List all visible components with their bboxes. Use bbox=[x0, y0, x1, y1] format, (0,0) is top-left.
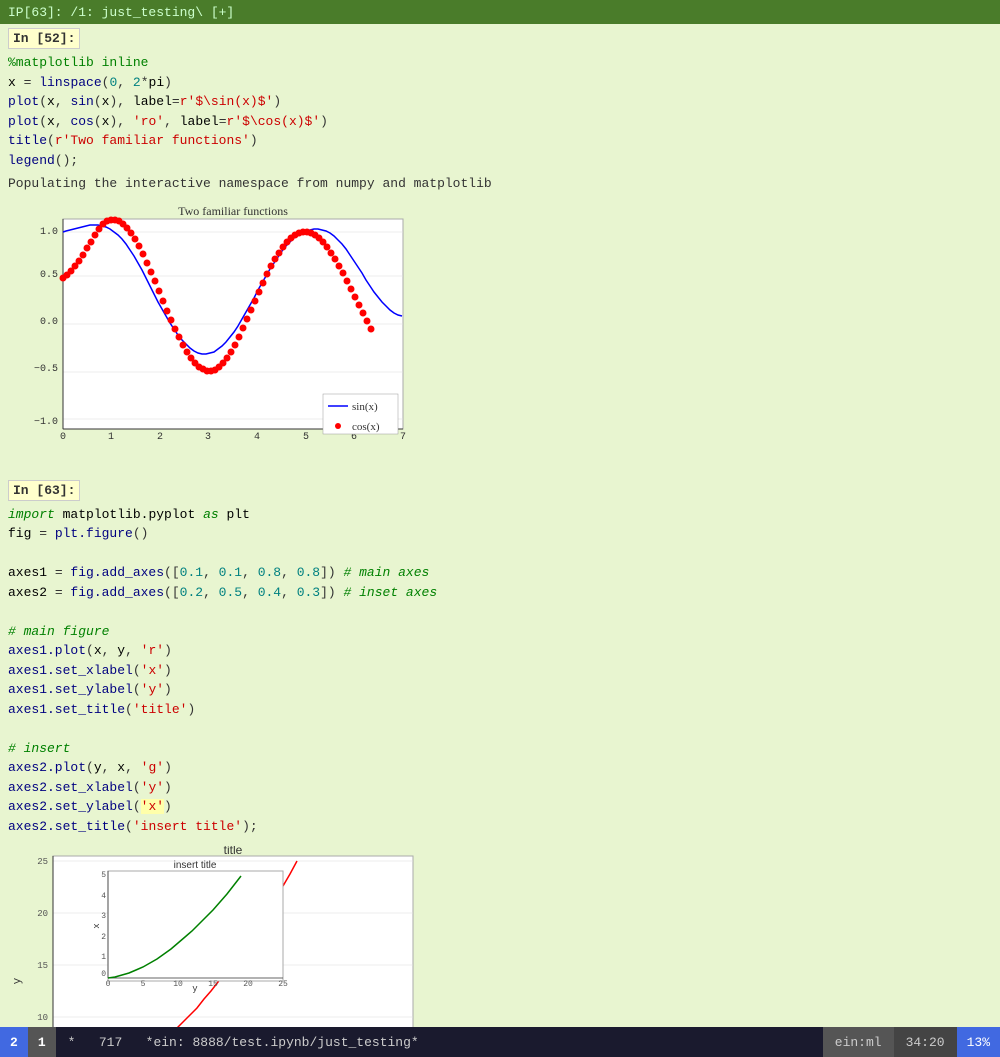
svg-text:0.5: 0.5 bbox=[40, 270, 58, 281]
code-line: legend(); bbox=[8, 151, 992, 171]
code-line bbox=[8, 719, 992, 739]
status-percent: 13% bbox=[957, 1027, 1000, 1057]
svg-text:20: 20 bbox=[243, 980, 253, 989]
svg-text:y: y bbox=[12, 977, 24, 984]
svg-text:3: 3 bbox=[205, 432, 211, 443]
status-num-gray: 1 bbox=[28, 1027, 56, 1057]
code-line bbox=[8, 544, 992, 564]
svg-text:4: 4 bbox=[254, 432, 260, 443]
notebook: In [52]: %matplotlib inline x = linspace… bbox=[0, 24, 1000, 1027]
cell-1: In [52]: %matplotlib inline x = linspace… bbox=[0, 24, 1000, 476]
code-line: plot(x, sin(x), label=r'$\sin(x)$') bbox=[8, 92, 992, 112]
svg-text:0: 0 bbox=[106, 980, 111, 989]
svg-text:5: 5 bbox=[101, 871, 106, 880]
code-line bbox=[8, 602, 992, 622]
code-line: fig = plt.figure() bbox=[8, 524, 992, 544]
code-line: axes2.set_title('insert title'); bbox=[8, 817, 992, 837]
code-block-2: import matplotlib.pyplot as plt fig = pl… bbox=[8, 503, 992, 839]
svg-text:2: 2 bbox=[101, 933, 106, 942]
code-line: axes1.plot(x, y, 'r') bbox=[8, 641, 992, 661]
svg-text:0.0: 0.0 bbox=[40, 317, 58, 328]
code-line: import matplotlib.pyplot as plt bbox=[8, 505, 992, 525]
status-left: 2 1 bbox=[0, 1027, 56, 1057]
code-line: %matplotlib inline bbox=[8, 53, 992, 73]
code-line: axes1.set_ylabel('y') bbox=[8, 680, 992, 700]
code-line: x = linspace(0, 2*pi) bbox=[8, 73, 992, 93]
svg-text:cos(x): cos(x) bbox=[352, 421, 380, 433]
plot-svg-1: Two familiar functions 1.0 0.5 0.0 −0.5 … bbox=[8, 204, 428, 464]
svg-text:1.0: 1.0 bbox=[40, 227, 58, 238]
svg-text:15: 15 bbox=[37, 961, 48, 971]
input-prompt-1[interactable]: In [52]: bbox=[8, 28, 80, 49]
cell-2: In [63]: import matplotlib.pyplot as plt… bbox=[0, 476, 1000, 1028]
svg-text:5: 5 bbox=[303, 432, 309, 443]
title-text: IP[63]: /1: just_testing\ [+] bbox=[8, 5, 234, 20]
plot-1: Two familiar functions 1.0 0.5 0.0 −0.5 … bbox=[8, 204, 992, 464]
svg-text:5: 5 bbox=[141, 980, 146, 989]
svg-text:7: 7 bbox=[400, 432, 406, 443]
title-bar: IP[63]: /1: just_testing\ [+] bbox=[0, 0, 1000, 24]
svg-text:15: 15 bbox=[208, 980, 218, 989]
plot-2: title y x 25 20 15 10 5 0 0 1 2 bbox=[8, 846, 992, 1027]
status-bar: 2 1 * 717 *ein: 8888/test.ipynb/just_tes… bbox=[0, 1027, 1000, 1057]
plot-svg-2: title y x 25 20 15 10 5 0 0 1 2 bbox=[8, 846, 428, 1027]
code-line: axes1 = fig.add_axes([0.1, 0.1, 0.8, 0.8… bbox=[8, 563, 992, 583]
svg-text:20: 20 bbox=[37, 909, 48, 919]
code-line: axes1.set_xlabel('x') bbox=[8, 661, 992, 681]
status-position: 34:20 bbox=[894, 1027, 957, 1057]
code-line: # main figure bbox=[8, 622, 992, 642]
status-notebook: *ein: 8888/test.ipynb/just_testing* bbox=[146, 1035, 419, 1050]
svg-text:sin(x): sin(x) bbox=[352, 401, 378, 413]
svg-text:x: x bbox=[92, 923, 102, 928]
svg-text:y: y bbox=[192, 984, 198, 994]
svg-text:−0.5: −0.5 bbox=[34, 364, 58, 375]
status-mode: ein:ml bbox=[823, 1027, 894, 1057]
code-line: title(r'Two familiar functions') bbox=[8, 131, 992, 151]
code-line: axes1.set_title('title') bbox=[8, 700, 992, 720]
code-block-1: %matplotlib inline x = linspace(0, 2*pi)… bbox=[8, 51, 992, 172]
svg-text:10: 10 bbox=[37, 1013, 48, 1023]
status-right: ein:ml 34:20 13% bbox=[823, 1027, 1000, 1057]
status-asterisk: * bbox=[68, 1035, 76, 1050]
code-line: axes2.set_ylabel('x') bbox=[8, 797, 992, 817]
code-line: axes2.plot(y, x, 'g') bbox=[8, 758, 992, 778]
svg-text:4: 4 bbox=[101, 892, 106, 901]
code-line: axes2.set_xlabel('y') bbox=[8, 778, 992, 798]
svg-text:title: title bbox=[224, 846, 243, 857]
code-line: axes2 = fig.add_axes([0.2, 0.5, 0.4, 0.3… bbox=[8, 583, 992, 603]
svg-text:25: 25 bbox=[37, 857, 48, 867]
svg-text:0: 0 bbox=[60, 432, 66, 443]
input-prompt-2[interactable]: In [63]: bbox=[8, 480, 80, 501]
status-cell-num: 717 bbox=[99, 1035, 122, 1050]
svg-text:insert title: insert title bbox=[174, 860, 217, 871]
output-text-1: Populating the interactive namespace fro… bbox=[8, 172, 992, 196]
svg-text:3: 3 bbox=[101, 912, 106, 921]
svg-text:1: 1 bbox=[101, 953, 106, 962]
status-center: * 717 *ein: 8888/test.ipynb/just_testing… bbox=[56, 1035, 823, 1050]
svg-text:1: 1 bbox=[108, 432, 114, 443]
svg-text:25: 25 bbox=[278, 980, 288, 989]
svg-text:−1.0: −1.0 bbox=[34, 417, 58, 428]
svg-text:0: 0 bbox=[101, 970, 106, 979]
svg-text:10: 10 bbox=[173, 980, 183, 989]
svg-text:2: 2 bbox=[157, 432, 163, 443]
status-num-blue: 2 bbox=[0, 1027, 28, 1057]
code-line: # insert bbox=[8, 739, 992, 759]
svg-text:Two familiar functions: Two familiar functions bbox=[178, 204, 288, 218]
code-line: plot(x, cos(x), 'ro', label=r'$\cos(x)$'… bbox=[8, 112, 992, 132]
